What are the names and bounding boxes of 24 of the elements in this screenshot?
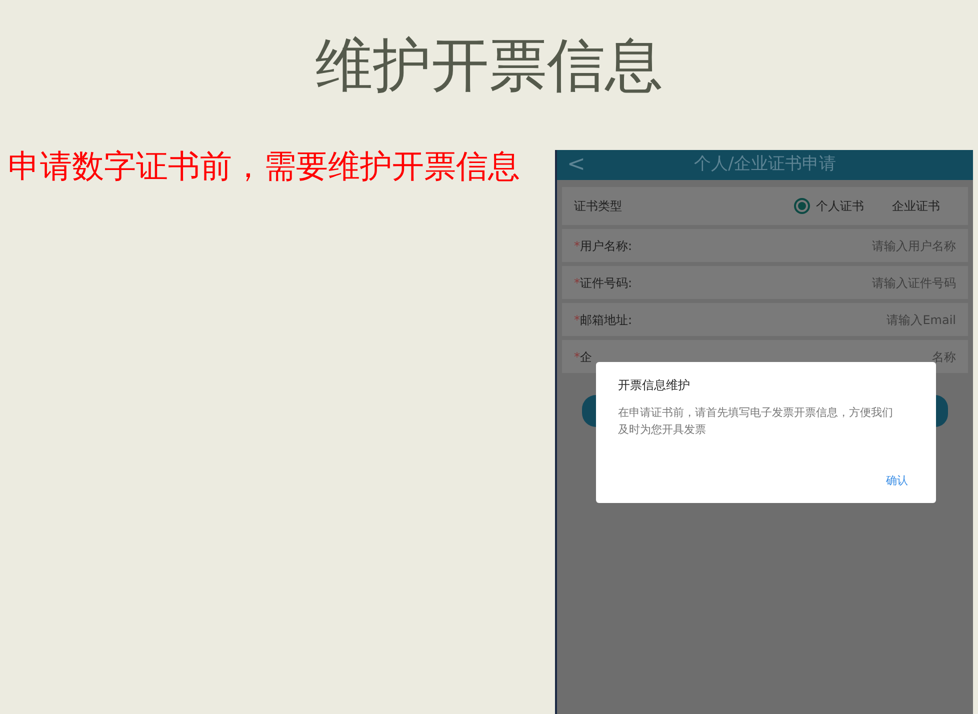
- input-field[interactable]: 名称: [796, 348, 956, 366]
- input-field[interactable]: 请输入Email: [796, 310, 956, 328]
- required-mark: *: [574, 348, 580, 366]
- field-label: 邮箱地址:: [580, 312, 632, 328]
- back-button[interactable]: <: [567, 154, 586, 176]
- input-field[interactable]: 请输入用户名称: [796, 236, 956, 254]
- dialog-message: 在申请证书前，请首先填写电子发票开票信息，方便我们及时为您开具发票: [618, 405, 894, 438]
- dialog-title: 开票信息维护: [618, 377, 691, 394]
- radio-selected-icon: [794, 198, 810, 214]
- cert-type-label: 证书类型: [574, 198, 622, 215]
- input-field[interactable]: 请输入证件号码: [796, 274, 956, 292]
- required-mark: *: [574, 312, 580, 328]
- confirm-button[interactable]: 确认: [886, 472, 908, 489]
- slide-title: 维护开票信息: [315, 36, 663, 94]
- field-label: 企: [580, 348, 592, 366]
- required-mark: *: [574, 238, 580, 254]
- field-label: 用户名称:: [580, 238, 632, 254]
- slide-note: 申请数字证书前，需要维护开票信息: [7, 146, 521, 187]
- cert-type-option[interactable]: 个人证书: [794, 197, 864, 215]
- button-end[interactable]: [935, 395, 948, 427]
- required-mark: *: [574, 274, 580, 292]
- header-title: 个人/企业证书申请: [694, 153, 836, 176]
- cert-type-option[interactable]: 企业证书: [892, 197, 940, 215]
- field-label: 证件号码:: [580, 274, 632, 292]
